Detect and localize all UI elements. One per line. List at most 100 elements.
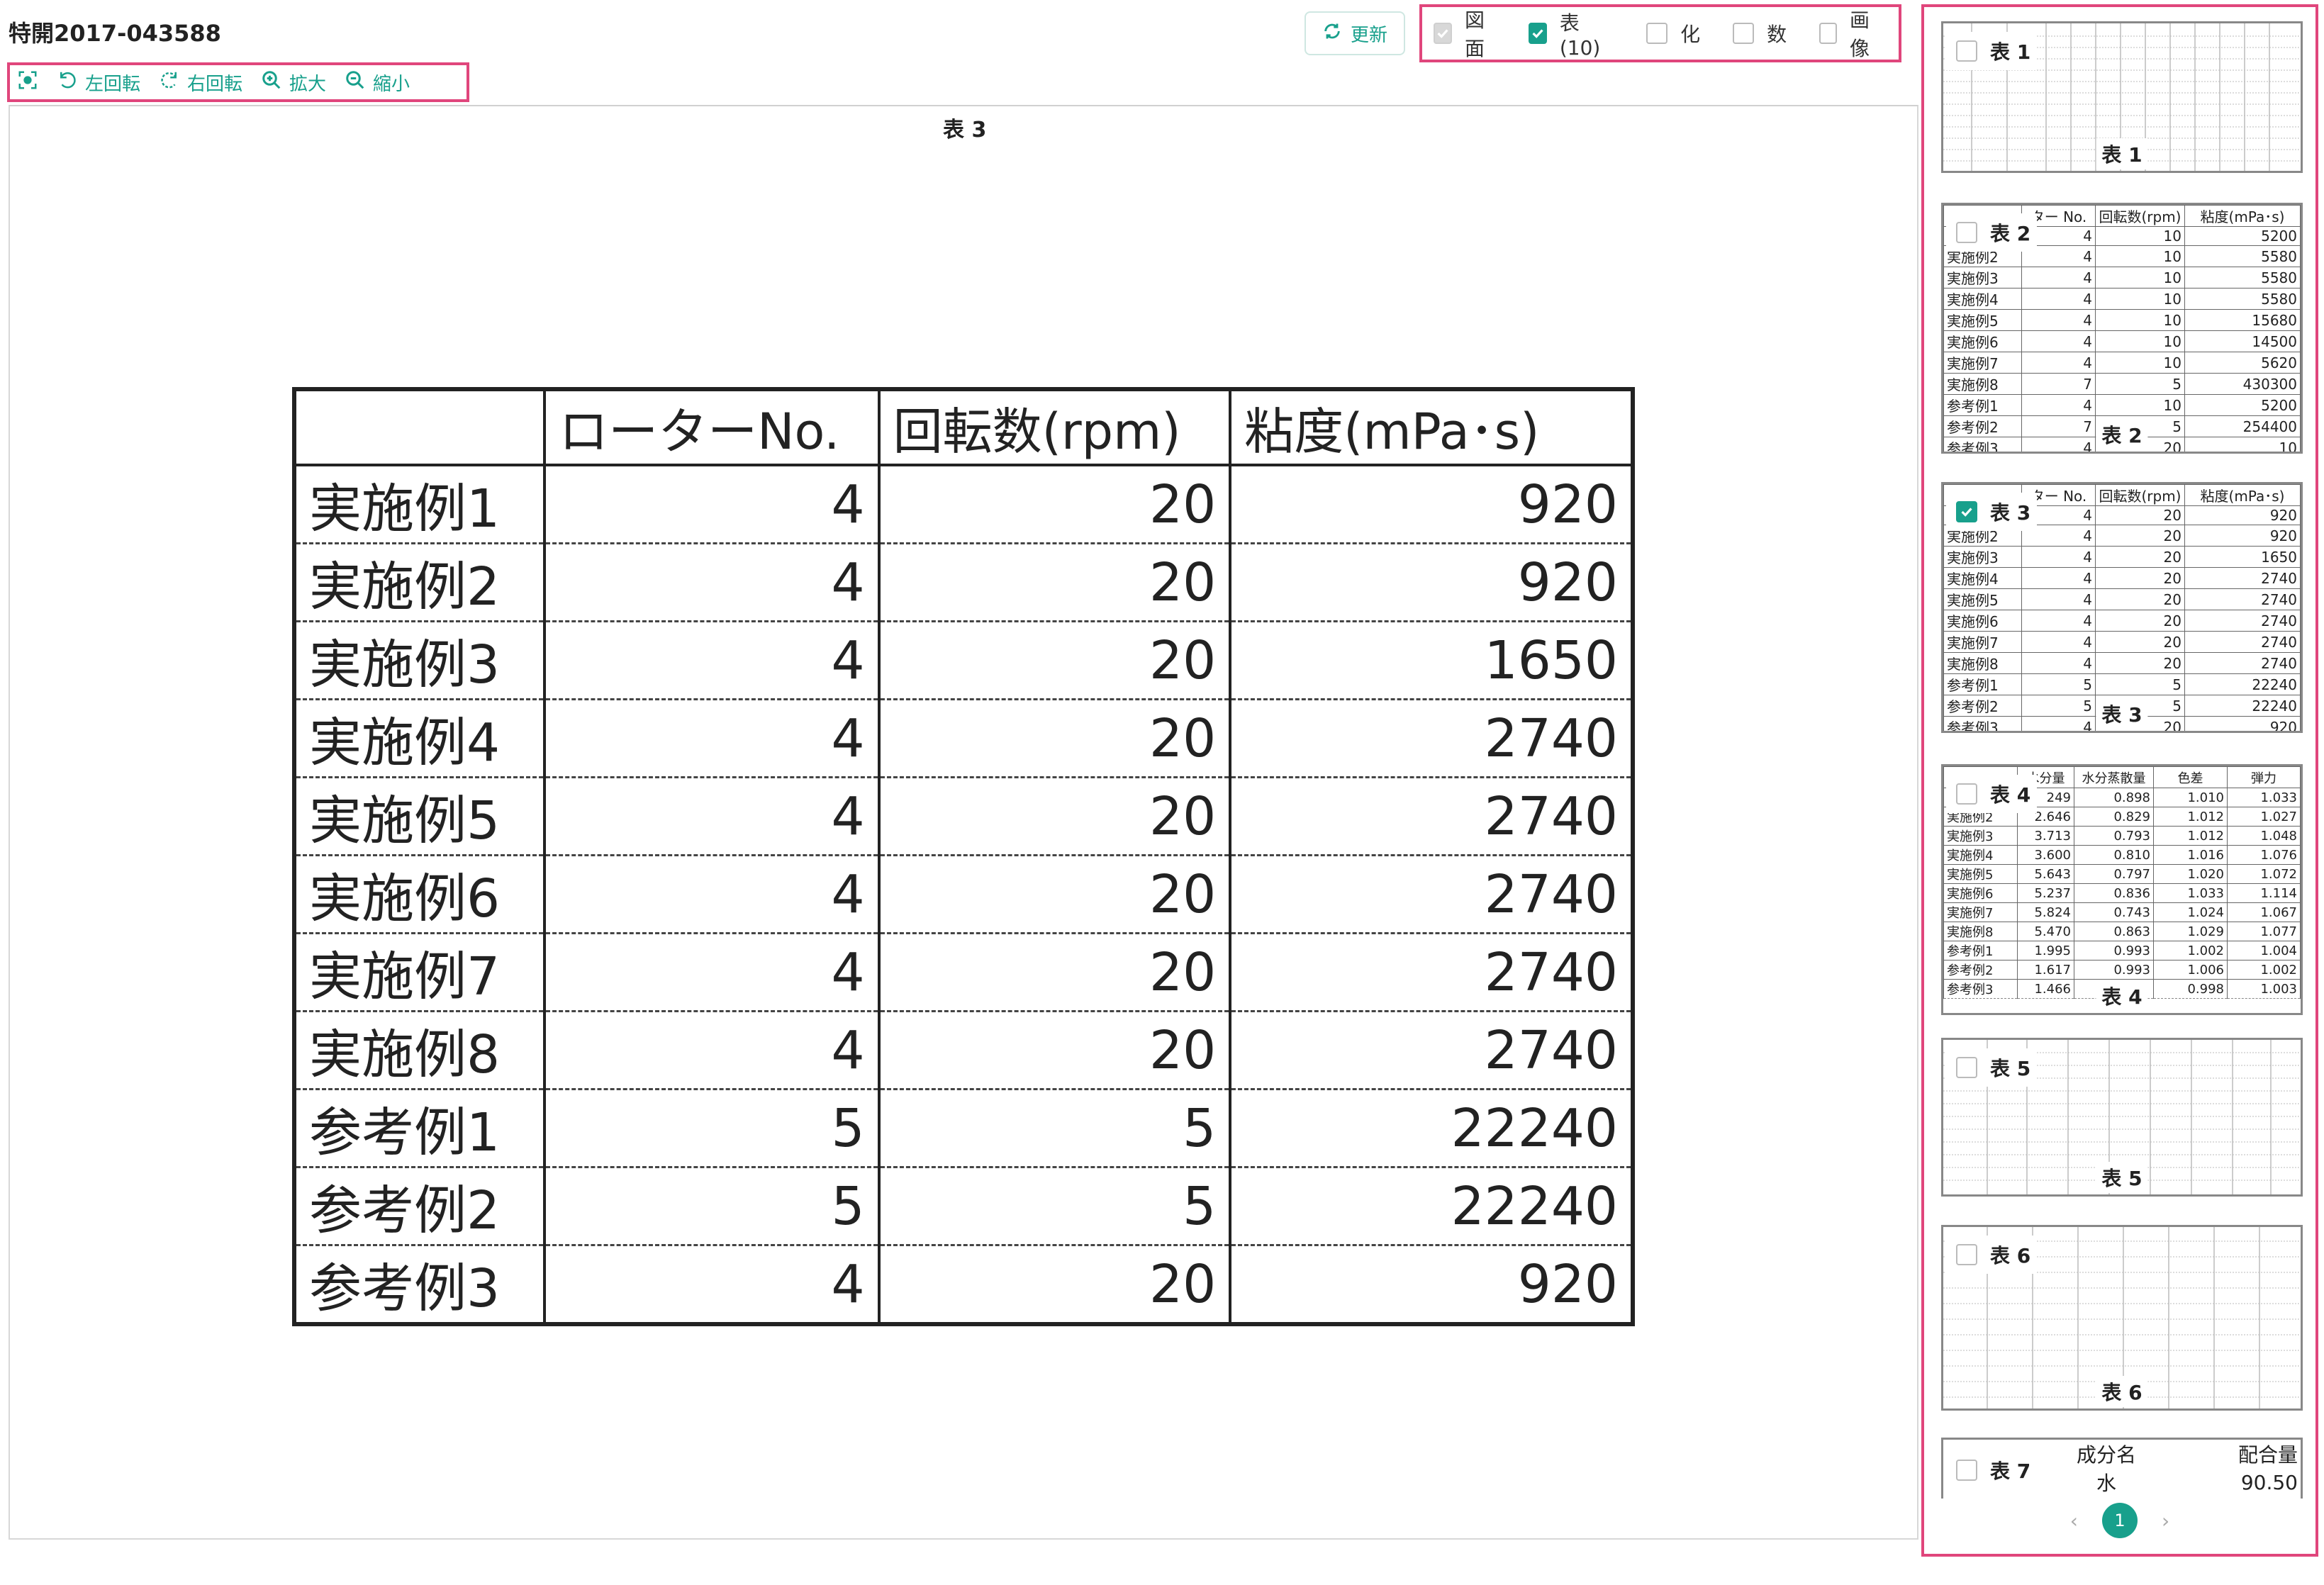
row-label: 実施例8 — [292, 1011, 547, 1090]
table-3-select[interactable]: 表 3 — [1946, 493, 2037, 531]
preview-cell: 4 — [2021, 394, 2096, 416]
thumbnail-table-2[interactable]: ター No. 回転数(rpm) 粘度(mPa･s) 4 10 5200 実施例2 4 10 5… — [1941, 203, 2303, 454]
next-page-button[interactable]: › — [2162, 1509, 2169, 1533]
drawings-checkbox[interactable] — [1434, 23, 1452, 44]
thumbnail-table-3[interactable]: ター No. 回転数(rpm) 粘度(mPa･s) 4 20 920 実施例2 4 20 92… — [1941, 482, 2303, 733]
preview-cell: 90.50 — [2240, 1470, 2298, 1494]
rotate-right-icon — [159, 69, 180, 96]
preview-cell: 5 — [2095, 673, 2185, 695]
preview-cell: 0.993 — [2074, 941, 2154, 960]
rotate-left-button[interactable]: 左回転 — [57, 69, 140, 96]
table-6-checkbox[interactable] — [1956, 1244, 1977, 1265]
table-row: 参考例2 5 5 22240 — [292, 1167, 1634, 1246]
preview-cell: 0.863 — [2074, 922, 2154, 941]
table-7-checkbox[interactable] — [1956, 1460, 1977, 1481]
table-row: 実施例3 4 20 1650 — [292, 621, 1634, 700]
preview-cell: 実施例8 — [1943, 373, 2022, 395]
chemical-checkbox[interactable] — [1646, 23, 1668, 44]
zoom-out-button[interactable]: 縮小 — [345, 69, 410, 96]
preview-cell: 1.020 — [2153, 864, 2228, 884]
viscosity-cell: 2740 — [1229, 1011, 1634, 1090]
fit-screen-button[interactable] — [17, 69, 38, 96]
preview-cell: 0.993 — [2074, 960, 2154, 980]
table-7-select[interactable]: 表 7 — [1946, 1451, 2037, 1489]
preview-cell: 5.470 — [2017, 922, 2074, 941]
preview-cell: 実施例5 — [1943, 864, 2018, 884]
thumbnail-table-5[interactable]: 表 5 表 5 — [1941, 1038, 2303, 1197]
rpm-cell: 20 — [877, 699, 1232, 778]
preview-cell: 5.643 — [2017, 864, 2074, 884]
table-2-checkbox[interactable] — [1956, 222, 1977, 243]
preview-cell: 4 — [2021, 288, 2096, 310]
filter-tables-label: 表 (10) — [1559, 11, 1601, 60]
viscosity-cell: 22240 — [1229, 1089, 1634, 1168]
thumbnail-table-4[interactable]: 水分量 水分蒸散量 色差 弾力 249 0.898 1.010 1.033 実施例2 2.64… — [1941, 764, 2303, 1015]
filter-chemical-label: 化 — [1680, 23, 1701, 46]
preview-cell: 実施例8 — [1943, 922, 2018, 941]
table-2-check-label: 表 2 — [1990, 222, 2031, 245]
filter-chemical[interactable]: 化 — [1646, 19, 1700, 47]
rotor-no-cell: 4 — [543, 1011, 881, 1090]
preview-cell: 4 — [2021, 567, 2096, 589]
preview-cell: 1.076 — [2227, 845, 2301, 865]
rotor-no-cell: 4 — [543, 855, 881, 934]
images-checkbox[interactable] — [1819, 23, 1838, 44]
preview-cell: 0.793 — [2074, 826, 2154, 846]
preview-cell: 3.600 — [2017, 845, 2074, 865]
row-label: 実施例5 — [292, 777, 547, 856]
preview-cell: 10 — [2095, 309, 2185, 331]
table-1-checkbox[interactable] — [1956, 40, 1977, 62]
table-5-caption: 表 5 — [2096, 1162, 2148, 1193]
thumbnail-panel[interactable]: 表 1 表 1 ター No. 回転数(rpm) 粘度(mPa･s) 4 10 5200 … — [1921, 4, 2318, 1557]
table-1-select[interactable]: 表 1 — [1946, 32, 2037, 70]
preview-cell: 10 — [2095, 394, 2185, 416]
table-5-select[interactable]: 表 5 — [1946, 1048, 2037, 1087]
viscosity-cell: 22240 — [1229, 1167, 1634, 1246]
preview-cell: 参考例2 — [1943, 695, 2022, 717]
preview-cell: 1650 — [2184, 546, 2301, 568]
tables-checkbox[interactable] — [1528, 23, 1547, 44]
filter-drawings[interactable]: 図面 — [1434, 5, 1496, 62]
filter-formula[interactable]: 数 — [1733, 19, 1787, 47]
filter-tables[interactable]: 表 (10) — [1528, 8, 1614, 60]
table-2-select[interactable]: 表 2 — [1946, 213, 2037, 252]
preview-cell: 5.237 — [2017, 883, 2074, 903]
rotate-right-label: 右回転 — [187, 73, 243, 95]
refresh-icon — [1322, 21, 1342, 46]
preview-cell: 参考例1 — [1943, 941, 2018, 960]
table-4-checkbox[interactable] — [1956, 783, 1977, 805]
rotor-no-cell: 5 — [543, 1089, 881, 1168]
preview-cell: 4 — [2021, 588, 2096, 610]
rotor-no-cell: 4 — [543, 543, 881, 622]
preview-cell: 1.114 — [2227, 883, 2301, 903]
table-3-checkbox[interactable] — [1956, 501, 1977, 522]
viscosity-cell: 2740 — [1229, 699, 1634, 778]
table-5-checkbox[interactable] — [1956, 1057, 1977, 1078]
table-7-check-label: 表 7 — [1990, 1460, 2031, 1483]
preview-cell: 20 — [2095, 505, 2185, 525]
thumbnail-table-7[interactable]: 成分名 配合量 水 90.50 表 7 — [1941, 1438, 2303, 1499]
thumbnail-table-6[interactable]: 表 6 表 6 — [1941, 1225, 2303, 1411]
header-cell — [292, 389, 547, 466]
fit-screen-icon — [17, 69, 38, 96]
table-6-select[interactable]: 表 6 — [1946, 1236, 2037, 1274]
preview-cell: 0.797 — [2074, 864, 2154, 884]
preview-cell: 実施例7 — [1943, 352, 2022, 374]
formula-checkbox[interactable] — [1733, 23, 1755, 44]
rotor-no-cell: 4 — [543, 621, 881, 700]
filter-images[interactable]: 画像 — [1819, 5, 1882, 62]
refresh-button[interactable]: 更新 — [1305, 11, 1405, 55]
preview-cell: 920 — [2184, 525, 2301, 547]
thumbnail-table-1[interactable]: 表 1 表 1 — [1941, 21, 2303, 173]
row-label: 実施例4 — [292, 699, 547, 778]
preview-cell: 22240 — [2184, 673, 2301, 695]
prev-page-button[interactable]: ‹ — [2070, 1509, 2078, 1533]
page-1-button[interactable]: 1 — [2102, 1503, 2138, 1538]
table-4-select[interactable]: 表 4 — [1946, 775, 2037, 813]
filter-formula-label: 数 — [1767, 23, 1787, 46]
rpm-cell: 20 — [877, 1011, 1232, 1090]
zoom-in-button[interactable]: 拡大 — [261, 69, 326, 96]
rotate-left-icon — [57, 69, 78, 96]
rpm-cell: 20 — [877, 621, 1232, 700]
rotate-right-button[interactable]: 右回転 — [159, 69, 242, 96]
